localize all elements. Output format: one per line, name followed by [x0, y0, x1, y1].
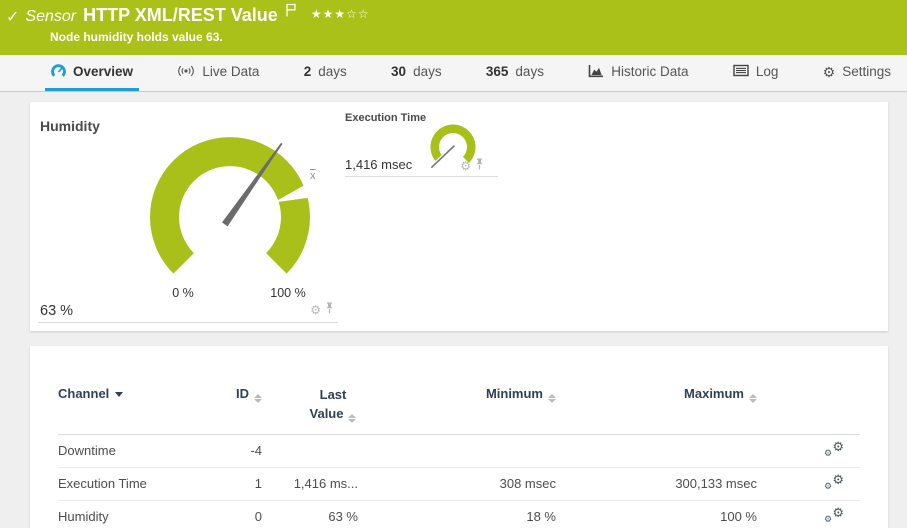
channel-name: Execution Time [58, 476, 208, 491]
log-icon [733, 64, 749, 79]
humidity-current-value: 63 % [40, 303, 73, 319]
page-title: HTTP XML/REST Value [83, 5, 278, 26]
flag-icon[interactable] [284, 3, 297, 22]
column-label: ID [236, 386, 249, 401]
gauge-scale-min: 0 % [153, 286, 213, 300]
gauge-average-marker-label: x [310, 170, 316, 182]
tab-label: Live Data [202, 64, 259, 79]
priority-stars[interactable]: ★★★☆☆ [311, 7, 370, 21]
column-header-id[interactable]: ID [208, 386, 262, 403]
channel-name: Humidity [58, 509, 208, 524]
column-header-channel[interactable]: Channel [58, 386, 208, 401]
column-label: Minimum [486, 386, 543, 401]
tab-label: Historic Data [611, 64, 688, 79]
tab-label: days [515, 64, 544, 79]
widget-pin-icon[interactable] [325, 301, 334, 319]
sort-icon [348, 414, 356, 423]
channel-id: -4 [208, 443, 262, 458]
sensor-status-message: Node humidity holds value 63. [50, 30, 223, 44]
channel-settings-icon[interactable]: ⚙⚙ [824, 507, 844, 524]
tab-label: Log [756, 64, 779, 79]
channel-maximum: 300,133 msec [556, 476, 757, 491]
tab-label: days [413, 64, 442, 79]
table-row: Execution Time 1 1,416 ms... 308 msec 30… [58, 468, 860, 501]
overview-panel: Humidity 0 % 100 % x 63 % ⚙ Execution [30, 102, 888, 331]
tab-365-days[interactable]: 365 days [480, 55, 550, 91]
execution-time-gauge-widget: Execution Time 1,416 msec ⚙ [345, 110, 498, 177]
tab-label: days [318, 64, 347, 79]
tab-number: 30 [391, 64, 406, 79]
sensor-header: ✓ Sensor HTTP XML/REST Value ★★★☆☆ Node … [0, 0, 907, 55]
tab-2-days[interactable]: 2 days [298, 55, 353, 91]
execution-time-current-value: 1,416 msec [345, 157, 412, 172]
channel-minimum: 18 % [358, 509, 556, 524]
channel-table: Channel ID Last Value Minimum Maximum Do… [58, 386, 860, 528]
table-row: Humidity 0 63 % 18 % 100 % ⚙⚙ [58, 501, 860, 528]
channel-last-value: 1,416 ms... [262, 476, 358, 491]
channel-settings-icon[interactable]: ⚙⚙ [824, 441, 844, 458]
tab-number: 2 [304, 64, 312, 79]
column-header-minimum[interactable]: Minimum [358, 386, 556, 403]
channel-last-value: 63 % [262, 509, 358, 524]
tab-live-data[interactable]: Live Data [171, 55, 265, 91]
humidity-gauge-widget: Humidity 0 % 100 % x 63 % ⚙ [38, 110, 338, 323]
column-label: Maximum [684, 386, 744, 401]
channel-id: 1 [208, 476, 262, 491]
sort-desc-icon [115, 392, 123, 397]
channel-name: Downtime [58, 443, 208, 458]
tab-bar: Overview Live Data 2 days 30 days 365 da… [0, 55, 907, 92]
channel-settings-icon[interactable]: ⚙⚙ [824, 474, 844, 491]
tab-settings[interactable]: ⚙ Settings [817, 55, 897, 91]
sort-icon [749, 394, 757, 403]
gauge-scale-max: 100 % [258, 286, 318, 300]
widget-gear-icon[interactable]: ⚙ [460, 160, 471, 172]
channel-maximum: 100 % [556, 509, 757, 524]
column-header-last-value[interactable]: Last Value [262, 386, 358, 424]
status-ok-icon: ✓ [6, 7, 19, 27]
sort-icon [254, 394, 262, 403]
tab-number: 365 [486, 64, 509, 79]
widget-pin-icon[interactable] [475, 157, 484, 175]
channel-table-panel: Channel ID Last Value Minimum Maximum Do… [30, 346, 888, 528]
tab-log[interactable]: Log [727, 55, 785, 91]
tab-historic-data[interactable]: Historic Data [582, 55, 694, 91]
channel-minimum: 308 msec [358, 476, 556, 491]
table-header-row: Channel ID Last Value Minimum Maximum [58, 386, 860, 435]
humidity-gauge [130, 122, 330, 312]
column-header-maximum[interactable]: Maximum [556, 386, 757, 403]
execution-time-widget-title: Execution Time [345, 112, 426, 124]
column-label: Channel [58, 386, 109, 401]
table-row: Downtime -4 ⚙⚙ [58, 435, 860, 468]
gauge-icon [51, 64, 66, 80]
sensor-kind-label: Sensor [25, 8, 76, 26]
tab-label: Overview [73, 64, 133, 79]
tab-30-days[interactable]: 30 days [385, 55, 448, 91]
humidity-widget-title: Humidity [40, 118, 100, 134]
sort-icon [548, 394, 556, 403]
tab-overview[interactable]: Overview [45, 55, 139, 91]
widget-gear-icon[interactable]: ⚙ [310, 304, 321, 316]
channel-id: 0 [208, 509, 262, 524]
gear-icon: ⚙ [823, 65, 836, 79]
tab-label: Settings [842, 64, 891, 79]
live-data-icon [177, 65, 195, 79]
column-label: Last Value [310, 387, 347, 421]
historic-chart-icon [588, 64, 604, 80]
